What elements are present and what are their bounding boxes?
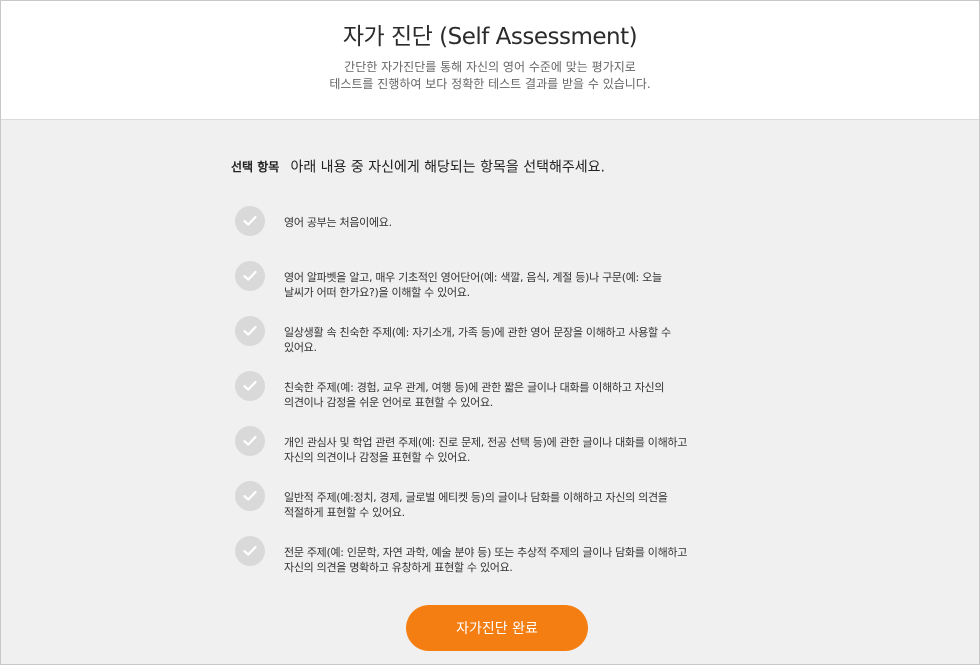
option-item[interactable]: 일상생활 속 친숙한 주제(예: 자기소개, 가족 등)에 관한 영어 문장을 … — [235, 315, 735, 370]
subtitle-line-2: 테스트를 진행하여 보다 정확한 테스트 결과를 받을 수 있습니다. — [329, 77, 651, 91]
option-text: 일상생활 속 친숙한 주제(예: 자기소개, 가족 등)에 관한 영어 문장을 … — [284, 325, 724, 355]
option-text-line: 일반적 주제(예:정치, 경제, 글로벌 에티켓 등)의 글이나 담화를 이해하… — [284, 491, 668, 504]
option-text-line: 적절하게 표현할 수 있어요. — [284, 506, 405, 519]
option-text-line: 자신의 의견을 명확하고 유창하게 표현할 수 있어요. — [284, 561, 513, 574]
complete-assessment-button[interactable]: 자가진단 완료 — [406, 605, 588, 651]
header: 자가 진단 (Self Assessment) 간단한 자가진단를 통해 자신의… — [1, 1, 979, 120]
check-icon[interactable] — [235, 316, 265, 346]
option-text: 전문 주제(예: 인문학, 자연 과학, 예술 분야 등) 또는 추상적 주제의… — [284, 545, 724, 575]
prompt-label: 선택 항목 — [231, 160, 280, 174]
check-icon[interactable] — [235, 206, 265, 236]
page-frame: 자가 진단 (Self Assessment) 간단한 자가진단를 통해 자신의… — [0, 0, 980, 665]
page-subtitle: 간단한 자가진단를 통해 자신의 영어 수준에 맞는 평가지로 테스트를 진행하… — [1, 59, 979, 93]
option-text: 개인 관심사 및 학업 관련 주제(예: 진로 문제, 전공 선택 등)에 관한… — [284, 435, 724, 465]
option-text: 일반적 주제(예:정치, 경제, 글로벌 에티켓 등)의 글이나 담화를 이해하… — [284, 490, 724, 520]
option-item[interactable]: 개인 관심사 및 학업 관련 주제(예: 진로 문제, 전공 선택 등)에 관한… — [235, 425, 735, 480]
option-text-line: 영어 공부는 처음이에요. — [284, 216, 392, 229]
option-text-line: 자신의 의견이나 감정을 표현할 수 있어요. — [284, 451, 471, 464]
options-list: 영어 공부는 처음이에요. 영어 알파벳을 알고, 매우 기초적인 영어단어(예:… — [235, 205, 735, 590]
selection-prompt: 선택 항목 아래 내용 중 자신에게 해당되는 항목을 선택해주세요. — [231, 156, 605, 177]
option-text-line: 친숙한 주제(예: 경험, 교우 관계, 여행 등)에 관한 짧은 글이나 대화… — [284, 381, 665, 394]
prompt-text: 아래 내용 중 자신에게 해당되는 항목을 선택해주세요. — [290, 159, 605, 176]
option-text-line: 일상생활 속 친숙한 주제(예: 자기소개, 가족 등)에 관한 영어 문장을 … — [284, 326, 671, 339]
option-item[interactable]: 친숙한 주제(예: 경험, 교우 관계, 여행 등)에 관한 짧은 글이나 대화… — [235, 370, 735, 425]
check-icon[interactable] — [235, 261, 265, 291]
option-item[interactable]: 영어 알파벳을 알고, 매우 기초적인 영어단어(예: 색깔, 음식, 계절 등… — [235, 260, 735, 315]
check-icon[interactable] — [235, 426, 265, 456]
option-text-line: 의견이나 감정을 쉬운 언어로 표현할 수 있어요. — [284, 396, 493, 409]
option-item[interactable]: 일반적 주제(예:정치, 경제, 글로벌 에티켓 등)의 글이나 담화를 이해하… — [235, 480, 735, 535]
subtitle-line-1: 간단한 자가진단를 통해 자신의 영어 수준에 맞는 평가지로 — [344, 60, 636, 74]
page-title: 자가 진단 (Self Assessment) — [342, 24, 638, 50]
check-icon[interactable] — [235, 371, 265, 401]
check-icon[interactable] — [235, 481, 265, 511]
option-text: 영어 알파벳을 알고, 매우 기초적인 영어단어(예: 색깔, 음식, 계절 등… — [284, 270, 724, 300]
option-text-line: 개인 관심사 및 학업 관련 주제(예: 진로 문제, 전공 선택 등)에 관한… — [284, 436, 688, 449]
option-text: 영어 공부는 처음이에요. — [284, 215, 724, 230]
option-text-line: 영어 알파벳을 알고, 매우 기초적인 영어단어(예: 색깔, 음식, 계절 등… — [284, 271, 662, 284]
option-item[interactable]: 전문 주제(예: 인문학, 자연 과학, 예술 분야 등) 또는 추상적 주제의… — [235, 535, 735, 590]
check-icon[interactable] — [235, 536, 265, 566]
option-text: 친숙한 주제(예: 경험, 교우 관계, 여행 등)에 관한 짧은 글이나 대화… — [284, 380, 724, 410]
option-text-line: 전문 주제(예: 인문학, 자연 과학, 예술 분야 등) 또는 추상적 주제의… — [284, 546, 688, 559]
option-text-line: 있어요. — [284, 341, 317, 354]
option-text-line: 날씨가 어떠 한가요?)을 이해할 수 있어요. — [284, 286, 470, 299]
option-item[interactable]: 영어 공부는 처음이에요. — [235, 205, 735, 260]
